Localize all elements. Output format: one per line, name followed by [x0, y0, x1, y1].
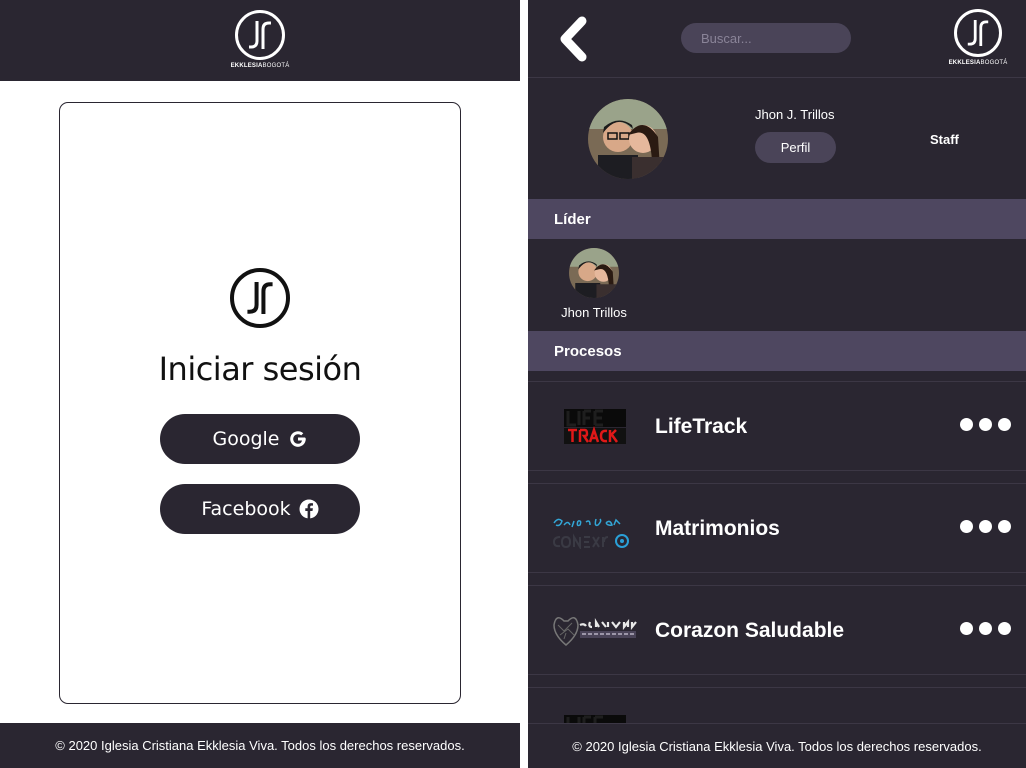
login-footer: © 2020 Iglesia Cristiana Ekklesia Viva. …: [0, 723, 520, 768]
process-name: LifeTrack: [655, 415, 748, 438]
ekklesia-logo[interactable]: EKKLESIABOGOTÁ: [227, 10, 293, 69]
back-arrow-icon[interactable]: [556, 16, 590, 62]
login-screen: EKKLESIABOGOTÁ Iniciar sesión Google Fac…: [0, 0, 520, 768]
facebook-login-button[interactable]: Facebook: [160, 484, 360, 534]
leader-section-title: Líder: [528, 199, 1026, 239]
leader-card[interactable]: Jhon Trillos: [558, 248, 630, 326]
facebook-button-label: Facebook: [201, 498, 291, 520]
avatar: [588, 99, 668, 179]
user-profile-summary: Jhon J. Trillos Perfil Staff: [528, 79, 1026, 199]
facebook-icon: [299, 499, 319, 519]
corazon-saludable-logo: [550, 606, 640, 656]
dashboard-screen: EKKLESIABOGOTÁ Jhon J. Trillos Perfil St…: [528, 0, 1026, 768]
lifetrack-logo: [550, 402, 640, 452]
more-options-icon[interactable]: [960, 520, 1011, 533]
google-login-button[interactable]: Google: [160, 414, 360, 464]
user-role: Staff: [930, 132, 959, 147]
more-options-icon[interactable]: [960, 622, 1011, 635]
process-card-matrimonios[interactable]: Matrimonios: [528, 483, 1026, 573]
dashboard-footer: © 2020 Iglesia Cristiana Ekklesia Viva. …: [528, 723, 1026, 768]
profile-button[interactable]: Perfil: [755, 132, 836, 163]
grupo-de-conexion-logo: [550, 504, 640, 554]
user-name: Jhon J. Trillos: [755, 107, 835, 122]
process-card-lifetrack[interactable]: LifeTrack: [528, 381, 1026, 471]
leader-avatar: [569, 248, 619, 298]
ekklesia-logo[interactable]: EKKLESIABOGOTÁ: [946, 9, 1010, 66]
login-header: EKKLESIABOGOTÁ: [0, 0, 520, 81]
login-title: Iniciar sesión: [158, 350, 362, 388]
process-name: Matrimonios: [655, 517, 780, 540]
processes-section-title: Procesos: [528, 331, 1026, 371]
logo-wordmark: EKKLESIABOGOTÁ: [230, 63, 290, 69]
leader-name: Jhon Trillos: [561, 305, 627, 320]
google-button-label: Google: [212, 428, 280, 450]
ekklesia-logo-mark: [954, 9, 1002, 57]
dashboard-header: EKKLESIABOGOTÁ: [528, 0, 1026, 78]
ekklesia-logo-icon: [230, 268, 290, 328]
more-options-icon[interactable]: [960, 418, 1011, 431]
process-card-corazon-saludable[interactable]: Corazon Saludable: [528, 585, 1026, 675]
search-input[interactable]: [681, 23, 851, 53]
ekklesia-logo-mark: [235, 10, 285, 60]
process-name: Corazon Saludable: [655, 619, 845, 642]
google-icon: [288, 429, 308, 449]
login-card: Iniciar sesión Google Facebook: [59, 102, 461, 704]
logo-wordmark: EKKLESIABOGOTÁ: [948, 60, 1008, 66]
